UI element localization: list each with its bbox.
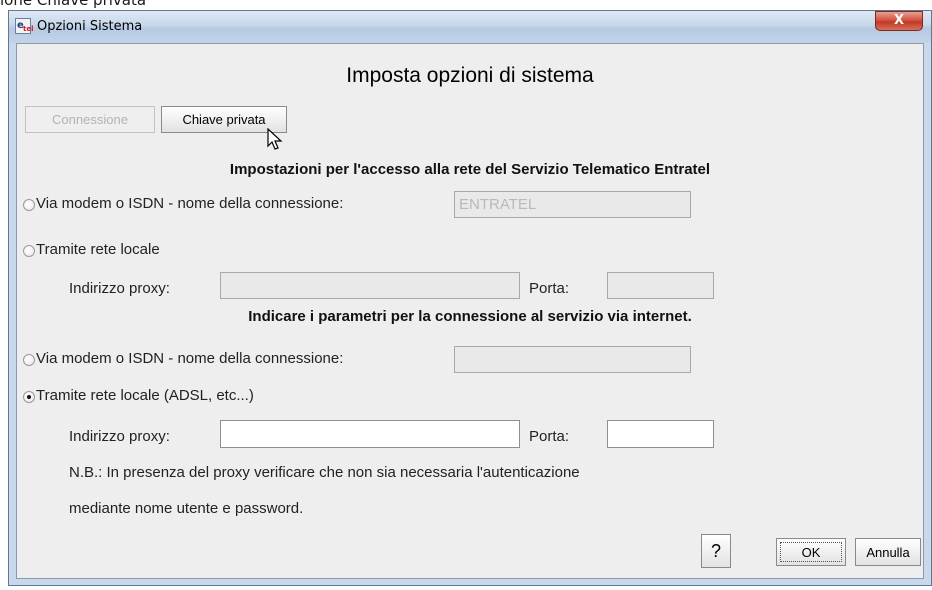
proxy-note-line2: mediante nome utente e password. <box>69 500 304 517</box>
cancel-button[interactable]: Annulla <box>855 538 921 566</box>
ok-button[interactable]: OK <box>776 538 846 566</box>
title-bar[interactable]: e tel Opzioni Sistema X <box>9 11 931 43</box>
entratel-port-field[interactable] <box>607 272 714 299</box>
radio-internet-lan[interactable] <box>23 391 35 403</box>
internet-port-label: Porta: <box>529 428 570 445</box>
app-icon-sub: tel <box>23 25 34 33</box>
tab-connessione[interactable]: Connessione <box>25 106 155 133</box>
entratel-proxy-label: Indirizzo proxy: <box>69 280 170 297</box>
help-button[interactable]: ? <box>701 534 731 568</box>
internet-port-field[interactable] <box>607 420 714 448</box>
entratel-modem-label: Via modem o ISDN - nome della connession… <box>36 195 344 212</box>
options-dialog-window: e tel Opzioni Sistema X Imposta opzioni … <box>8 10 932 586</box>
entratel-port-label: Porta: <box>529 280 570 297</box>
entratel-lan-label: Tramite rete locale <box>36 241 160 258</box>
radio-entratel-modem[interactable] <box>23 199 35 211</box>
close-icon: X <box>893 13 905 28</box>
entratel-proxy-field[interactable] <box>220 272 520 299</box>
background-caption: ione Chiave privata <box>0 0 147 9</box>
internet-lan-label: Tramite rete locale (ADSL, etc...) <box>36 387 254 404</box>
internet-proxy-field[interactable] <box>220 420 520 448</box>
entratel-section-title: Impostazioni per l'accesso alla rete del… <box>229 161 711 178</box>
internet-proxy-label: Indirizzo proxy: <box>69 428 170 445</box>
dialog-heading: Imposta opzioni di sistema <box>346 64 594 87</box>
mouse-pointer-icon <box>267 128 283 150</box>
window-title: Opzioni Sistema <box>37 19 143 34</box>
close-button[interactable]: X <box>875 11 923 31</box>
entratel-connection-name-field[interactable] <box>454 191 691 218</box>
entratel-app-icon: e tel <box>15 18 34 34</box>
proxy-note-line1: N.B.: In presenza del proxy verificare c… <box>69 464 580 481</box>
dialog-body: Imposta opzioni di sistema Connessione C… <box>16 43 924 579</box>
internet-connection-name-field[interactable] <box>454 346 691 373</box>
radio-internet-modem[interactable] <box>23 354 35 366</box>
internet-section-title: Indicare i parametri per la connessione … <box>248 308 692 325</box>
internet-modem-label: Via modem o ISDN - nome della connession… <box>36 350 344 367</box>
radio-entratel-lan[interactable] <box>23 245 35 257</box>
